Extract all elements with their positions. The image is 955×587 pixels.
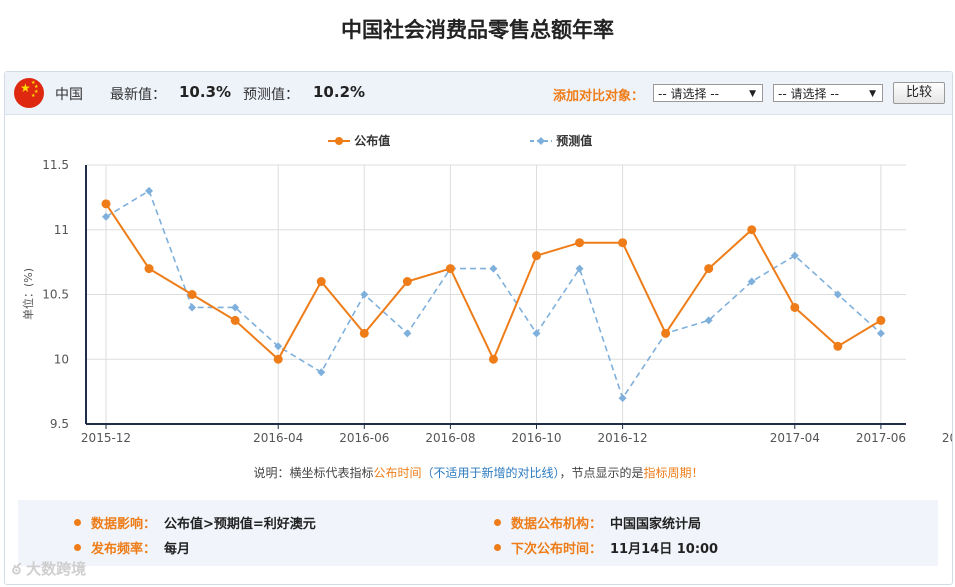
published-point [876,315,886,325]
x-tick-label: 2016-12 [598,431,648,445]
forecast-point [102,212,110,221]
forecast-point [145,186,154,195]
watermark-logo-icon: ఠ [12,560,27,578]
note-text-1: 说明：横坐标代表指标 [253,466,374,480]
y-tick-label: 10.5 [42,288,69,302]
y-tick-label: 11.5 [42,158,69,172]
info-next-release: 下次公布时间： 11月14日 10:00 [494,538,718,557]
info-impact-label: 数据影响： [91,517,157,532]
published-point [575,238,585,248]
forecast-point [317,368,326,377]
published-point [618,238,628,248]
forecast-point [876,329,885,338]
note-text-3: （不适用于新增的对比线） [421,466,560,480]
y-axis-label: 单位：(%) [21,268,35,320]
info-agency-value: 中国国家统计局 [610,517,702,532]
note-text-6: ！ [691,466,704,480]
note-text-5: 指标周期 [643,466,692,480]
forecast-point [403,329,412,338]
x-tick-label: 2016-10 [511,431,561,445]
y-tick-label: 9.5 [50,417,69,431]
bullet-icon [74,519,81,526]
published-point [704,264,714,274]
page-title: 中国社会消费品零售总额年率 [341,18,614,42]
line-chart: 11.5 11 10.5 10 9.5 2015-12 2016-04 2016-06 2016… [21,158,952,445]
published-point [230,315,240,325]
published-point [790,302,800,312]
published-point [359,328,369,338]
x-tick-label: 2016-08 [425,431,475,445]
watermark: ఠ 大数跨境 [12,558,86,582]
published-point [316,277,326,287]
info-frequency-value: 每月 [164,542,191,557]
published-series-line [105,203,882,362]
published-point [273,354,283,364]
y-tick-label: 10 [54,352,69,366]
published-point [101,199,111,209]
watermark-text: 大数跨境 [26,560,87,578]
bullet-icon [494,519,501,526]
published-point [187,290,197,299]
info-frequency-label: 发布频率： [91,542,157,557]
x-tick-label: 2017-06 [856,431,906,445]
info-impact-value: 公布值>预期值=利好澳元 [164,517,316,532]
indicator-panel: ★ ★ ★ ★ ★ 中国 最新值： 10.3% 预测值： 10.2% 添加对比对… [4,71,953,585]
info-impact: 数据影响： 公布值>预期值=利好澳元 [74,513,316,532]
info-next-value: 11月14日 10:00 [610,542,719,557]
published-point [833,341,843,351]
info-agency: 数据公布机构： 中国国家统计局 [494,513,701,532]
published-point [488,354,498,364]
chart-note: 说明：横坐标代表指标公布时间（不适用于新增的对比线），节点显示的是指标周期！ [5,464,952,481]
x-tick-label: 2016-06 [339,431,389,445]
info-frequency: 发布频率： 每月 [74,538,190,557]
info-next-label: 下次公布时间： [511,542,603,557]
published-point [445,264,455,274]
forecast-point [360,290,369,299]
published-point [402,277,412,287]
x-tick-label: 2017-04 [770,431,820,445]
x-tick-label: 2017-08 [942,431,952,445]
published-point [747,225,757,235]
info-box: 数据影响： 公布值>预期值=利好澳元 数据公布机构： 中国国家统计局 发布频率： 每月… [18,500,938,566]
forecast-point [188,303,197,312]
x-tick-label: 2015-12 [81,431,131,445]
published-point [144,264,154,274]
forecast-point [618,394,627,403]
y-tick-label: 11 [54,223,69,237]
forecast-point [489,264,498,273]
published-point [661,328,671,338]
published-point [532,251,541,261]
note-text-4: ，节点显示的是 [559,466,644,480]
bullet-icon [74,544,81,551]
bullet-icon [494,544,501,551]
x-tick-label: 2016-04 [253,431,303,445]
info-agency-label: 数据公布机构： [511,517,603,532]
note-text-2: 公布时间 [373,466,422,480]
